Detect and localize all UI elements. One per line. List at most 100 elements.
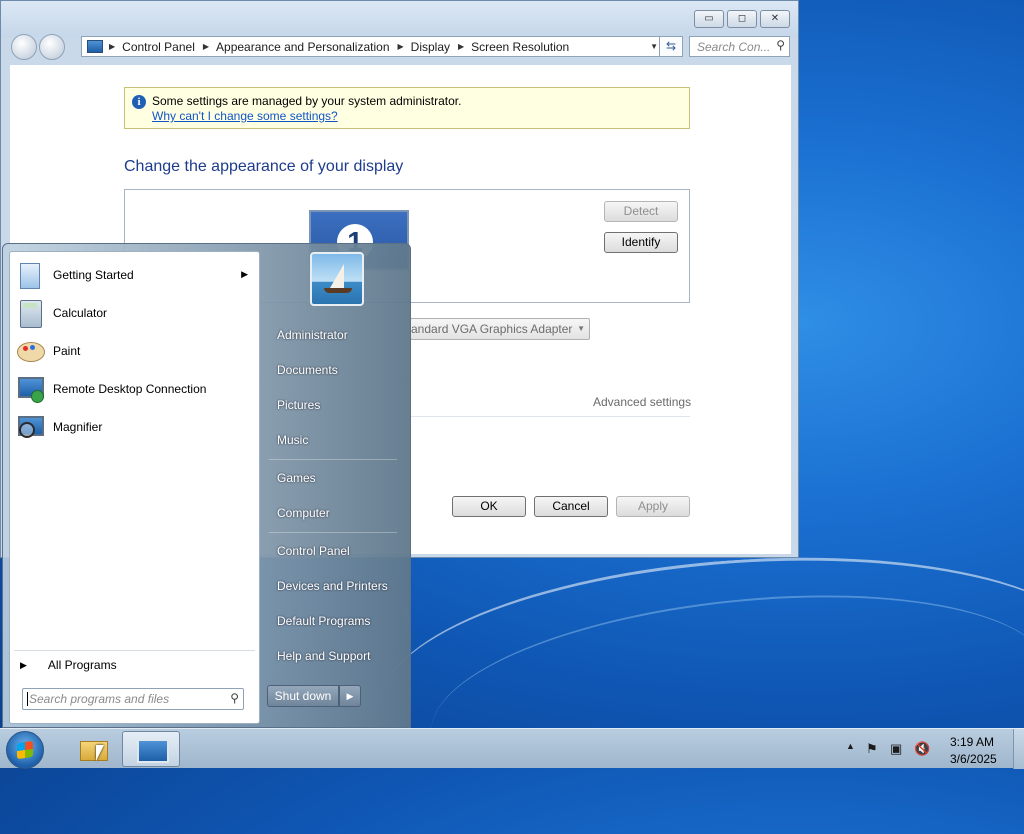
wallpaper-swoosh-inner <box>421 568 1024 834</box>
start-item-default-programs[interactable]: Default Programs <box>277 614 370 628</box>
program-label: Magnifier <box>53 420 103 434</box>
sailboat-hull <box>324 288 352 293</box>
forward-button[interactable] <box>39 34 65 60</box>
program-label: Paint <box>53 344 81 358</box>
shutdown-button[interactable]: Shut down <box>267 685 339 707</box>
identify-button[interactable]: Identify <box>604 232 678 253</box>
close-button[interactable]: ✕ <box>760 10 790 28</box>
divider <box>269 459 397 460</box>
breadcrumb-label: Screen Resolution <box>471 39 570 54</box>
adapter-value: andard VGA Graphics Adapter <box>411 322 573 336</box>
address-bar[interactable]: ▶ Control Panel ▶ Appearance and Persona… <box>81 36 663 57</box>
mouse-cursor-icon <box>96 745 104 761</box>
start-item-computer[interactable]: Computer <box>277 506 330 520</box>
search-icon[interactable]: ⚲ <box>230 691 239 705</box>
start-search-placeholder: Search programs and files <box>29 692 170 706</box>
program-label: Getting Started <box>53 268 134 282</box>
breadcrumb-control-panel[interactable]: ▶ Control Panel <box>109 40 203 54</box>
show-hidden-icons-button[interactable]: ▲ <box>846 741 855 751</box>
divider <box>14 650 255 651</box>
start-item-control-panel[interactable]: Control Panel <box>277 544 350 558</box>
shutdown-options-button[interactable]: ▶ <box>339 685 361 707</box>
start-button[interactable] <box>6 731 44 769</box>
search-icon[interactable]: ⚲ <box>776 38 785 52</box>
wallpaper-swoosh <box>372 535 1024 828</box>
start-item-games[interactable]: Games <box>277 471 316 485</box>
advanced-settings-link[interactable]: Advanced settings <box>593 395 691 409</box>
start-item-help-support[interactable]: Help and Support <box>277 649 370 663</box>
info-message: Some settings are managed by your system… <box>152 94 462 108</box>
text-caret <box>27 692 28 706</box>
taskbar: ▲ ⚑ ▣ 🔇 3:19 AM 3/6/2025 <box>0 728 1024 769</box>
breadcrumb-label: Display <box>410 39 451 54</box>
start-item-music[interactable]: Music <box>277 433 308 447</box>
sailboat-icon <box>330 264 344 288</box>
action-center-flag-icon[interactable]: ⚑ <box>866 741 878 757</box>
apply-button[interactable]: Apply <box>616 496 690 517</box>
title-bar[interactable]: ▭ ◻ ✕ <box>1 1 798 37</box>
chevron-down-icon[interactable]: ▼ <box>650 42 658 51</box>
divider <box>269 532 397 533</box>
clock-date[interactable]: 3/6/2025 <box>950 752 997 766</box>
breadcrumb-appearance[interactable]: ▶ Appearance and Personalization <box>203 40 398 54</box>
info-icon: i <box>132 95 146 109</box>
program-remote-desktop[interactable]: Remote Desktop Connection <box>12 371 257 407</box>
breadcrumb-arrow-icon: ▶ <box>109 42 116 51</box>
breadcrumb-arrow-icon: ▶ <box>397 42 404 51</box>
start-item-documents[interactable]: Documents <box>277 363 338 377</box>
paint-icon <box>15 336 45 366</box>
maximize-button[interactable]: ◻ <box>727 10 757 28</box>
navigation-bar: ▶ Control Panel ▶ Appearance and Persona… <box>9 34 790 60</box>
magnifier-icon <box>15 412 45 442</box>
windows-logo-icon <box>17 740 33 760</box>
refresh-button[interactable]: ⇆ <box>659 36 683 57</box>
all-programs-label: All Programs <box>47 658 117 672</box>
start-menu: Getting Started ▶ Calculator Paint Remot… <box>2 243 411 728</box>
volume-muted-icon[interactable]: 🔇 <box>914 741 930 757</box>
breadcrumb-arrow-icon: ▶ <box>458 42 465 51</box>
program-magnifier[interactable]: Magnifier <box>12 409 257 445</box>
detect-button[interactable]: Detect <box>604 201 678 222</box>
program-calculator[interactable]: Calculator <box>12 295 257 331</box>
minimize-button[interactable]: ▭ <box>694 10 724 28</box>
getting-started-icon <box>15 260 45 290</box>
triangle-right-icon: ▶ <box>20 659 27 670</box>
calculator-icon <box>15 298 45 328</box>
control-panel-icon <box>87 40 103 53</box>
breadcrumb-display[interactable]: ▶ Display <box>398 40 459 54</box>
submenu-arrow-icon: ▶ <box>241 269 248 279</box>
clock-time[interactable]: 3:19 AM <box>950 735 994 749</box>
network-icon[interactable]: ▣ <box>890 741 902 757</box>
programs-pane: Getting Started ▶ Calculator Paint Remot… <box>9 251 260 724</box>
page-title: Change the appearance of your display <box>124 158 404 175</box>
start-item-pictures[interactable]: Pictures <box>277 398 320 412</box>
search-input[interactable]: Search Con... ⚲ <box>689 36 790 57</box>
taskbar-control-panel-button[interactable] <box>122 731 180 767</box>
program-getting-started[interactable]: Getting Started ▶ <box>12 257 257 293</box>
start-search-input[interactable]: Search programs and files ⚲ <box>22 688 244 710</box>
info-help-link[interactable]: Why can't I change some settings? <box>152 109 338 123</box>
user-picture[interactable] <box>310 252 364 306</box>
control-panel-icon <box>137 739 169 763</box>
program-paint[interactable]: Paint <box>12 333 257 369</box>
all-programs-button[interactable]: ▶ All Programs <box>20 656 117 674</box>
window-controls: ▭ ◻ ✕ <box>694 10 790 28</box>
info-bar: i Some settings are managed by your syst… <box>124 87 690 129</box>
ok-button[interactable]: OK <box>452 496 526 517</box>
display-adapter-select[interactable]: andard VGA Graphics Adapter ▼ <box>410 318 590 340</box>
breadcrumb-label: Appearance and Personalization <box>216 39 390 54</box>
breadcrumb-screen-resolution[interactable]: ▶ Screen Resolution <box>458 40 577 54</box>
remote-desktop-icon <box>15 374 45 404</box>
start-item-administrator[interactable]: Administrator <box>277 328 348 342</box>
search-placeholder: Search Con... <box>697 40 771 54</box>
breadcrumb-label: Control Panel <box>122 39 195 54</box>
taskbar-explorer-button[interactable] <box>62 731 120 767</box>
chevron-down-icon: ▼ <box>577 324 585 333</box>
start-item-devices-printers[interactable]: Devices and Printers <box>277 579 388 593</box>
breadcrumb-arrow-icon: ▶ <box>202 42 210 51</box>
show-desktop-button[interactable] <box>1013 729 1024 769</box>
divider <box>410 416 690 417</box>
cancel-button[interactable]: Cancel <box>534 496 608 517</box>
back-button[interactable] <box>11 34 37 60</box>
program-label: Remote Desktop Connection <box>53 382 207 396</box>
